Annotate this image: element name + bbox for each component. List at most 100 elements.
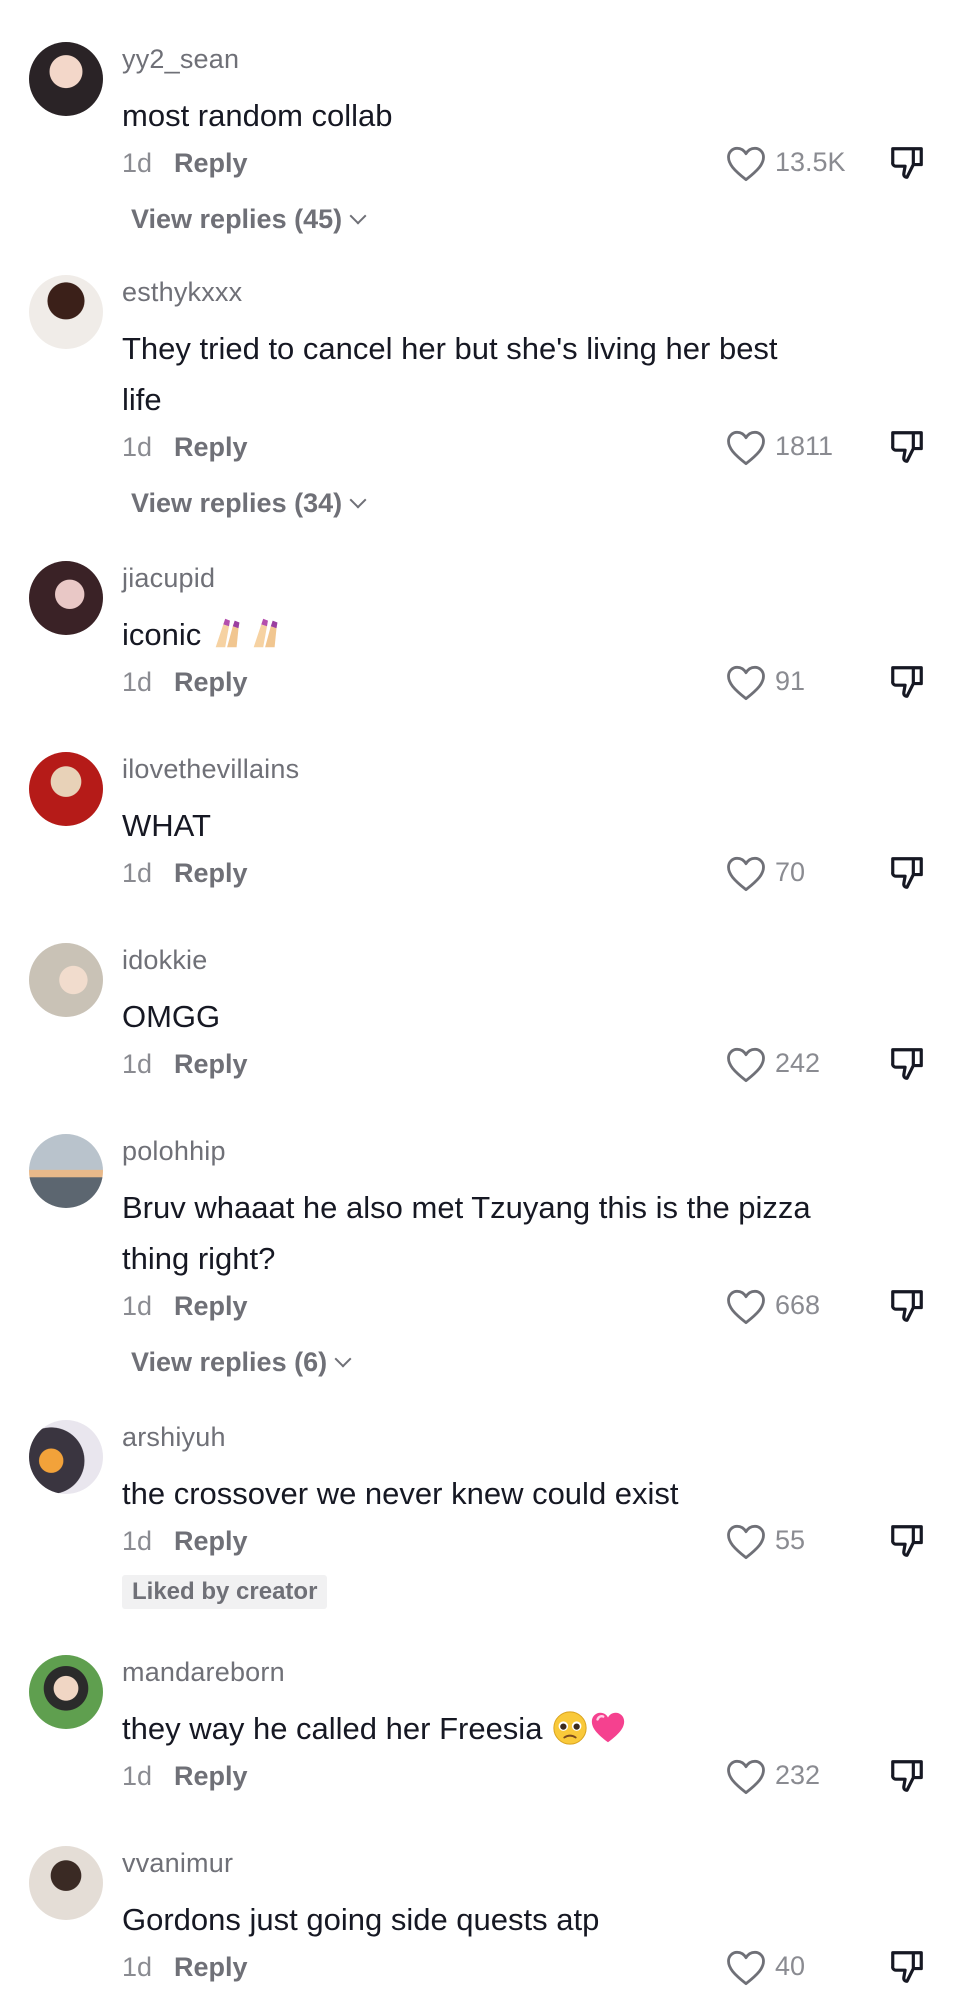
dislike-button[interactable] (888, 425, 928, 469)
chevron-down-icon (349, 491, 367, 509)
like-count: 242 (775, 1048, 821, 1078)
reply-button[interactable]: Reply (174, 1761, 248, 1791)
like-count: 40 (775, 1951, 806, 1981)
avatar[interactable] (29, 1134, 103, 1208)
like-count: 232 (775, 1760, 821, 1790)
heart-outline-icon (727, 1289, 765, 1325)
dislike-button[interactable] (888, 1519, 928, 1563)
comment-meta: 1d Reply (122, 1291, 248, 1322)
reply-button[interactable]: Reply (174, 667, 248, 697)
view-replies-button[interactable]: View replies (34) (131, 488, 367, 519)
pink-heart-emoji (591, 1712, 625, 1743)
like-count: 55 (775, 1525, 806, 1555)
avatar[interactable] (29, 1846, 103, 1920)
reply-button[interactable]: Reply (174, 432, 248, 462)
comment-text: most random collab (122, 98, 393, 133)
dislike-button[interactable] (888, 1754, 928, 1798)
like-count: 668 (775, 1290, 821, 1320)
comment-time: 1d (122, 858, 153, 888)
reply-button[interactable]: Reply (174, 148, 248, 178)
comment-text: WHAT (122, 808, 211, 843)
dislike-button[interactable] (888, 1042, 928, 1086)
thumbs-down-icon (891, 1048, 923, 1080)
comment-username[interactable]: arshiyuh (122, 1422, 226, 1453)
thumbs-down-icon (891, 431, 923, 463)
comment-text: they way he called her Freesia (122, 1703, 822, 1754)
avatar[interactable] (29, 42, 103, 116)
comment-meta: 1d Reply (122, 1761, 248, 1792)
heart-outline-icon (727, 856, 765, 892)
heart-outline-icon (727, 665, 765, 701)
comment-text: OMGG (122, 999, 221, 1034)
comment-meta: 1d Reply (122, 1526, 248, 1557)
heart-outline-icon (727, 1047, 765, 1083)
comment-username[interactable]: mandareborn (122, 1657, 285, 1688)
avatar[interactable] (29, 943, 103, 1017)
like-count: 70 (775, 857, 806, 887)
like-button[interactable]: 242 (725, 1042, 865, 1086)
comment-time: 1d (122, 1291, 153, 1321)
comment-meta: 1d Reply (122, 148, 248, 179)
reply-button[interactable]: Reply (174, 1049, 248, 1079)
comment-meta: 1d Reply (122, 1049, 248, 1080)
reply-button[interactable]: Reply (174, 858, 248, 888)
comment-username[interactable]: ilovethevillains (122, 754, 299, 785)
dislike-button[interactable] (888, 851, 928, 895)
avatar[interactable] (29, 275, 103, 349)
comment-time: 1d (122, 1526, 153, 1556)
view-replies-button[interactable]: View replies (45) (131, 204, 367, 235)
chevron-down-icon (349, 207, 367, 225)
like-button[interactable]: 668 (725, 1284, 865, 1328)
reply-button[interactable]: Reply (174, 1526, 248, 1556)
heart-outline-icon (727, 1524, 765, 1560)
comment-username[interactable]: vvanimur (122, 1848, 233, 1879)
comment-username[interactable]: yy2_sean (122, 44, 239, 75)
pleading-face-emoji (553, 1711, 587, 1745)
comment-meta: 1d Reply (122, 667, 248, 698)
like-button[interactable]: 232 (725, 1754, 865, 1798)
comment-username[interactable]: esthykxxx (122, 277, 242, 308)
dislike-button[interactable] (888, 660, 928, 704)
reply-button[interactable]: Reply (174, 1952, 248, 1982)
comment-time: 1d (122, 1952, 153, 1982)
nail-polish-emoji (215, 618, 240, 648)
view-replies-button[interactable]: View replies (6) (131, 1347, 352, 1378)
comment-username[interactable]: idokkie (122, 945, 207, 976)
comment-time: 1d (122, 148, 153, 178)
thumbs-down-icon (891, 857, 923, 889)
heart-outline-icon (727, 1950, 765, 1986)
comment-time: 1d (122, 432, 153, 462)
dislike-button[interactable] (888, 1284, 928, 1328)
thumbs-down-icon (891, 1290, 923, 1322)
like-count: 1811 (775, 431, 834, 461)
reply-button[interactable]: Reply (174, 1291, 248, 1321)
avatar[interactable] (29, 1420, 103, 1494)
liked-by-creator-badge: Liked by creator (122, 1575, 328, 1609)
comment-time: 1d (122, 667, 153, 697)
heart-outline-icon (727, 1759, 765, 1795)
nail-polish-emoji (253, 618, 278, 648)
comment-text: iconic (122, 609, 822, 660)
like-button[interactable]: 70 (725, 851, 865, 895)
comment-time: 1d (122, 1049, 153, 1079)
heart-outline-icon (727, 146, 765, 182)
comment-username[interactable]: polohhip (122, 1136, 226, 1167)
thumbs-down-icon (891, 1760, 923, 1792)
avatar[interactable] (29, 752, 103, 826)
avatar[interactable] (29, 561, 103, 635)
comment-meta: 1d Reply (122, 858, 248, 889)
like-button[interactable]: 40 (725, 1945, 865, 1989)
comment-text: They tried to cancel her but she's livin… (122, 331, 778, 417)
like-button[interactable]: 55 (725, 1519, 865, 1563)
thumbs-down-icon (891, 147, 923, 179)
like-button[interactable]: 91 (725, 660, 865, 704)
dislike-button[interactable] (888, 1945, 928, 1989)
heart-outline-icon (727, 430, 765, 466)
like-button[interactable]: 13.5K (725, 141, 865, 185)
like-button[interactable]: 1811 (725, 425, 865, 469)
dislike-button[interactable] (888, 141, 928, 185)
avatar[interactable] (29, 1655, 103, 1729)
like-count: 13.5K (775, 147, 846, 177)
comment-meta: 1d Reply (122, 432, 248, 463)
comment-username[interactable]: jiacupid (122, 563, 215, 594)
